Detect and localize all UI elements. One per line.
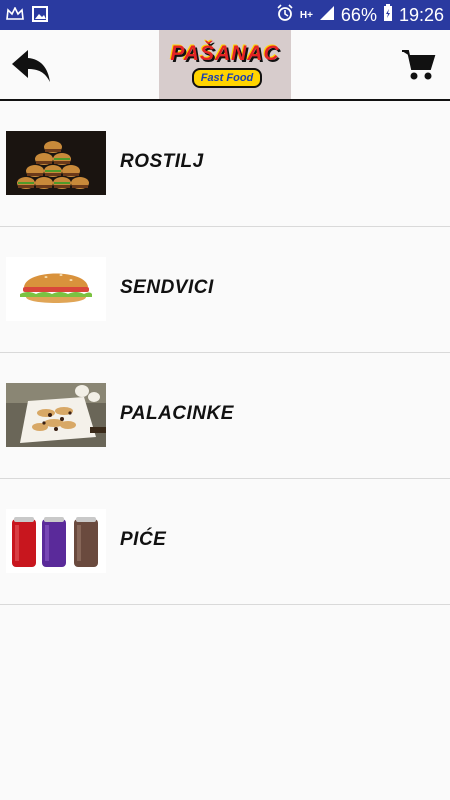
clock: 19:26 bbox=[398, 5, 444, 25]
list-item-palacinke[interactable]: PALACINKE bbox=[0, 353, 450, 479]
brand-logo: PAŠANAC Fast Food bbox=[159, 30, 291, 99]
list-item-pice[interactable]: PIĆE bbox=[0, 479, 450, 605]
list-item-rostilj[interactable]: ROSTILJ bbox=[0, 101, 450, 227]
burger-stack-image bbox=[6, 131, 106, 195]
battery-percent: 66% bbox=[340, 5, 377, 25]
logo-tagline: Fast Food bbox=[192, 67, 262, 88]
category-label: PALACINKE bbox=[120, 403, 234, 424]
alarm-icon bbox=[276, 4, 294, 27]
pancakes-image bbox=[6, 383, 106, 447]
back-button[interactable] bbox=[10, 44, 54, 88]
category-label: ROSTILJ bbox=[120, 151, 204, 172]
category-label: PIĆE bbox=[120, 529, 167, 550]
category-list: ROSTILJ SENDVICI PALACINKE PIĆE bbox=[0, 101, 450, 605]
battery-icon bbox=[383, 4, 393, 27]
category-label: SENDVICI bbox=[120, 277, 214, 298]
status-bar: H+ 66% 19:26 bbox=[0, 0, 450, 30]
drink-cans-image bbox=[6, 509, 106, 573]
signal-icon bbox=[319, 5, 335, 26]
list-item-sendvici[interactable]: SENDVICI bbox=[0, 227, 450, 353]
image-icon bbox=[32, 6, 48, 27]
cart-icon bbox=[402, 50, 436, 80]
cart-button[interactable] bbox=[400, 48, 436, 82]
sandwich-image bbox=[6, 257, 106, 321]
back-arrow-icon bbox=[12, 50, 50, 82]
network-type: H+ bbox=[299, 9, 313, 21]
crown-icon bbox=[6, 6, 24, 26]
app-toolbar: PAŠANAC Fast Food bbox=[0, 30, 450, 101]
